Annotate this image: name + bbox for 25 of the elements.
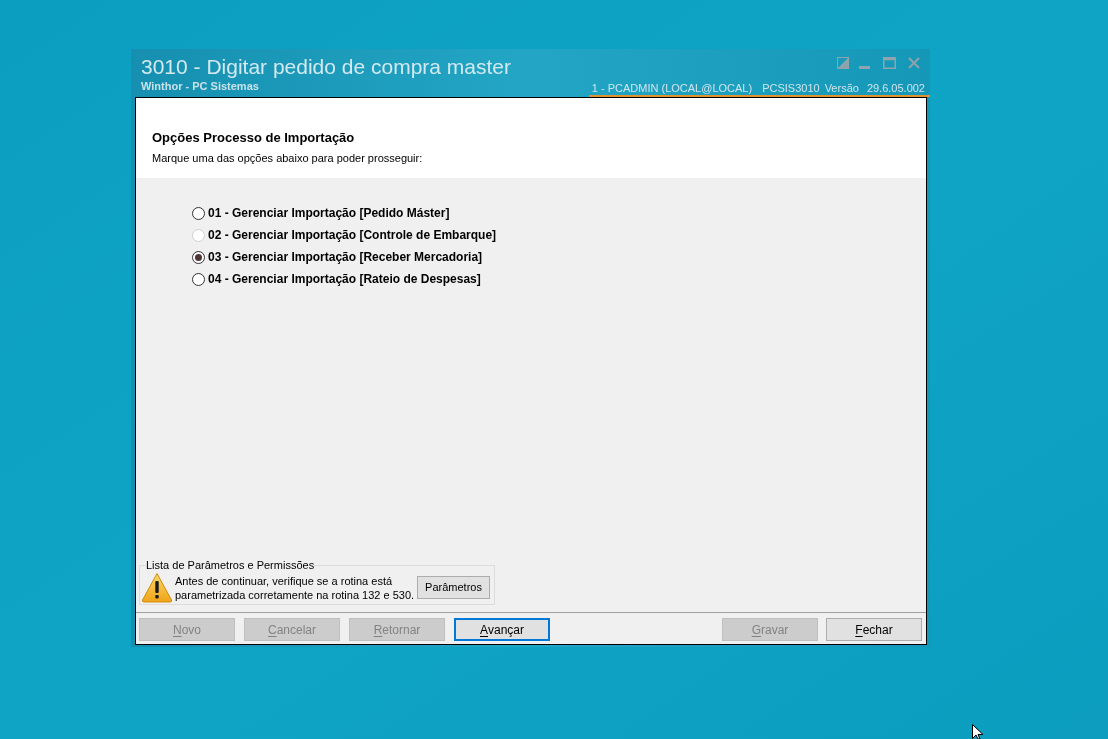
parameters-button[interactable]: Parâmetros [417,576,490,599]
radio-label[interactable]: 04 - Gerenciar Importação [Rateio de Despesas] [208,271,481,287]
window-title: 3010 - Digitar pedido de compra master [141,54,512,79]
action-button[interactable]: Avançar [454,618,550,641]
radio-label[interactable]: 01 - Gerenciar Importação [Pedido Máster] [208,205,450,221]
window-mode-icon[interactable] [837,57,849,69]
section-title: Opções Processo de Importação [152,130,356,146]
cursor-icon [972,724,984,739]
close-icon[interactable] [908,57,920,69]
session-user: 1 - PCADMIN (LOCAL@LOCAL) [591,82,753,95]
version-label: Versão [824,82,859,95]
action-button[interactable]: Fechar [826,618,922,641]
radio-button[interactable] [192,272,205,286]
instruction-text: Marque uma das opções abaixo para poder prosseguir: [152,151,424,165]
radio-label[interactable]: 03 - Gerenciar Importação [Receber Mercadoria] [208,249,483,265]
warning-message: Antes de continuar, verifique se a rotina está parametrizada corretamente na rotina 132 e 530. [175,573,415,602]
radio-button[interactable] [192,250,205,264]
window-subtitle: Winthor - PC Sistemas [141,80,260,93]
maximize-icon[interactable] [883,57,896,69]
warning-icon [141,572,173,603]
minimize-icon[interactable] [859,66,870,69]
radio-button[interactable] [192,206,205,220]
group-legend: Lista de Parâmetros e Permissões [146,558,315,572]
routine-code: PCSIS3010 [762,82,820,95]
version-number: 29.6.05.002 [866,82,925,95]
